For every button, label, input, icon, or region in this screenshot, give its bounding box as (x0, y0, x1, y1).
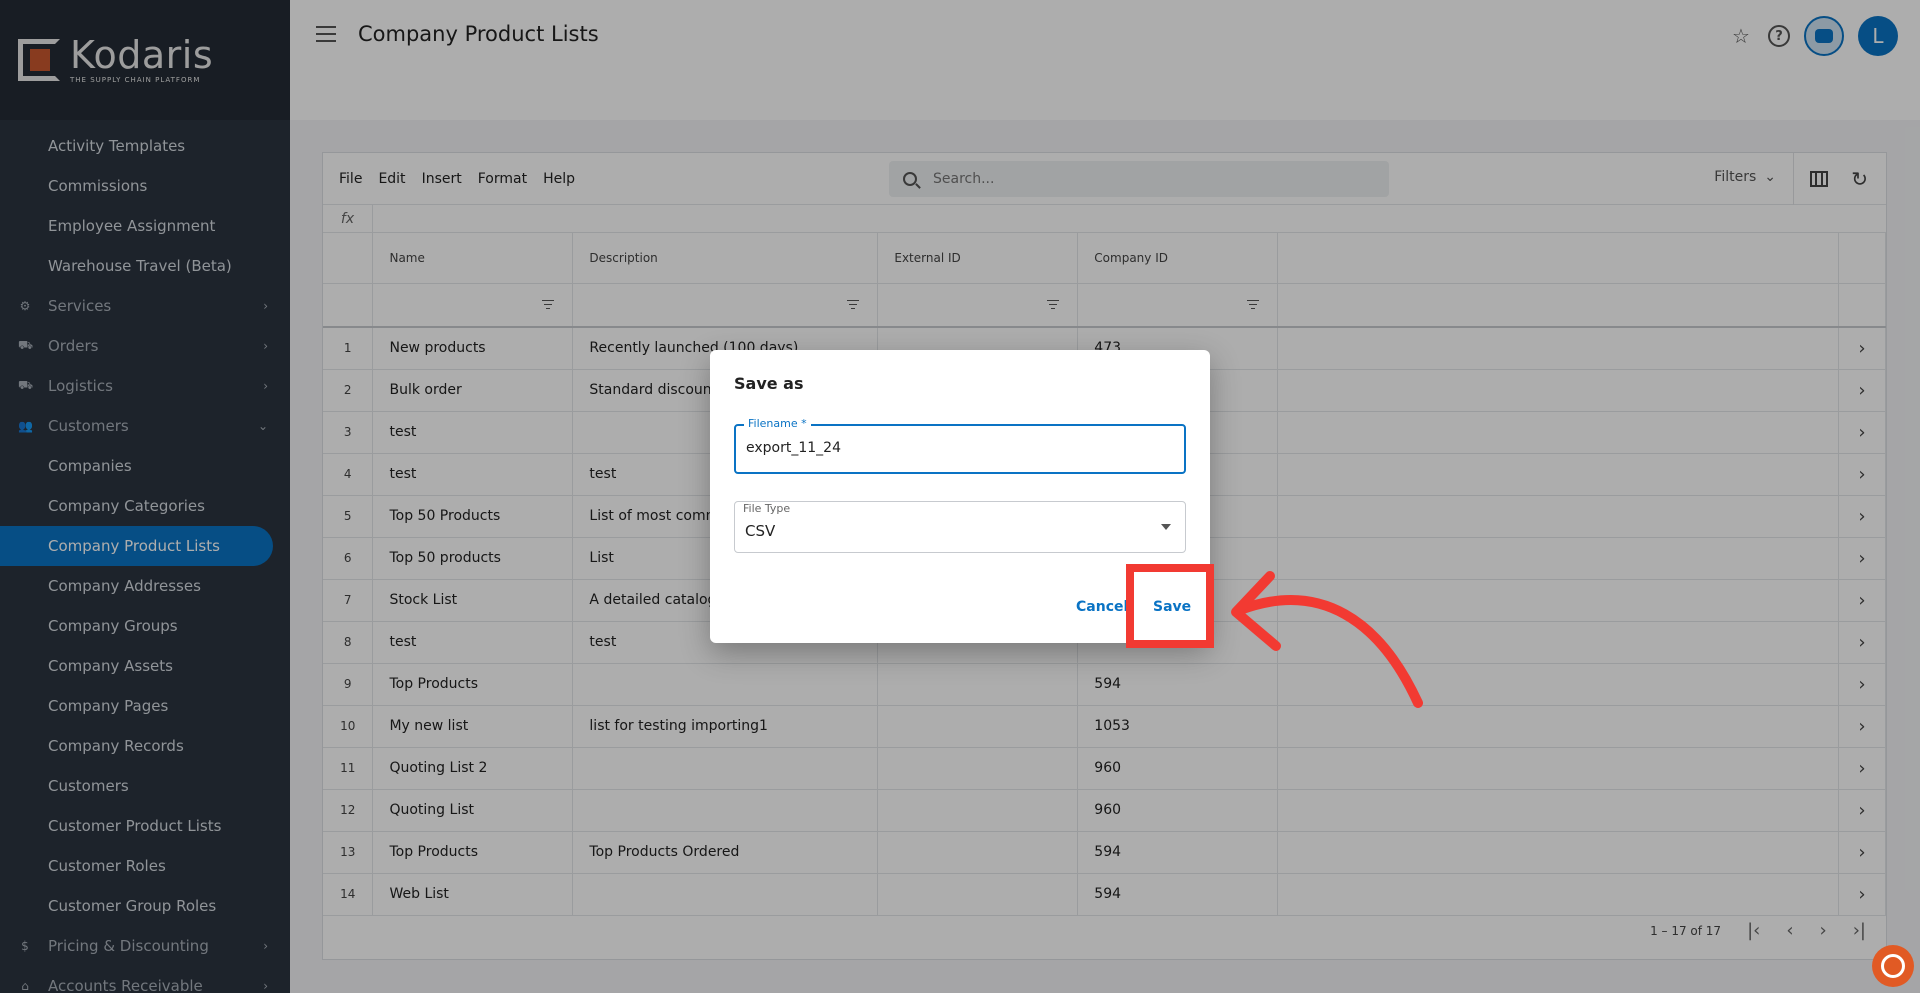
chat-support-icon[interactable] (1872, 945, 1914, 987)
annotation-arrow-icon (1231, 571, 1423, 708)
